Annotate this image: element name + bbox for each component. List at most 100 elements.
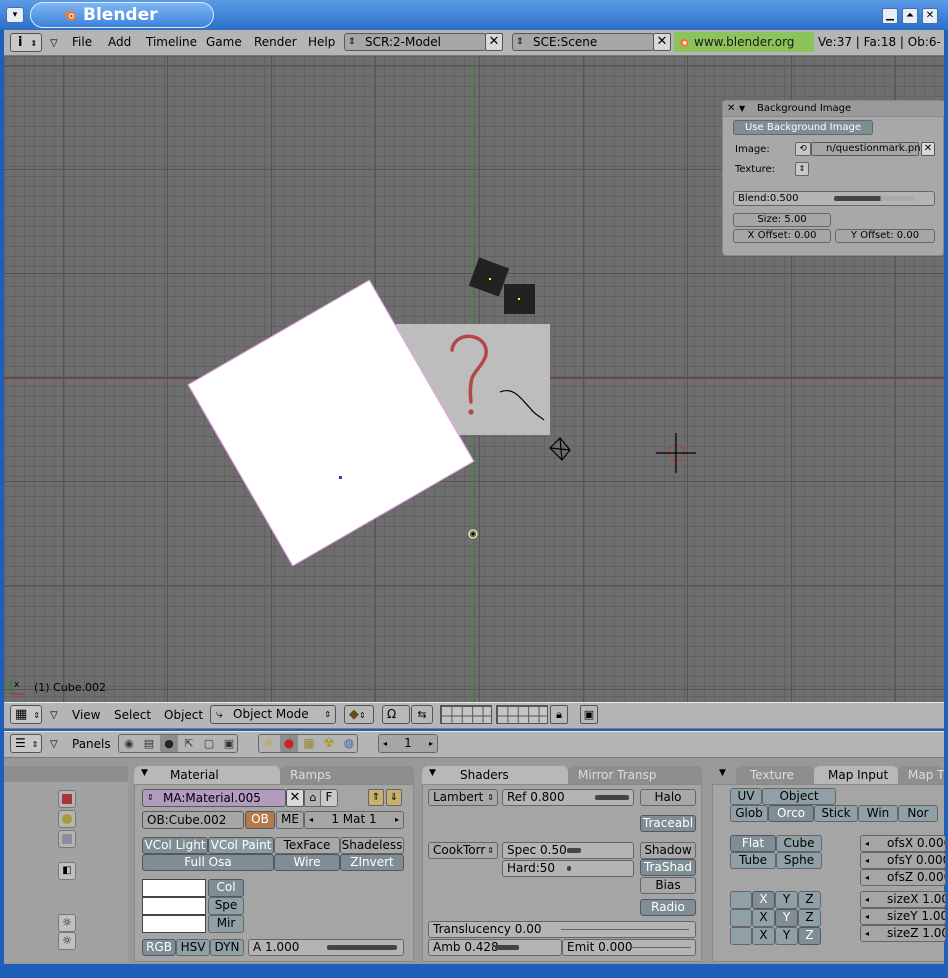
toggle-wire[interactable]: Wire (274, 854, 340, 871)
color-swatch-mir[interactable] (142, 915, 206, 933)
3d-viewport[interactable]: x (1) Cube.002 ✕ ▼ Background Image Use … (4, 56, 944, 702)
proj-tube-button[interactable]: Tube (730, 852, 776, 869)
screen-browse-icon[interactable]: ⇕ (348, 37, 356, 47)
axis-row-1-y-button[interactable]: Y (775, 891, 798, 909)
alpha-slider[interactable]: A 1.000 (248, 939, 404, 956)
maximize-button[interactable]: ⏶ (902, 8, 918, 24)
halo-button[interactable]: Halo (640, 789, 696, 806)
view-collapse-icon[interactable]: ▽ (50, 710, 58, 721)
screen-delete-button[interactable]: ✕ (485, 33, 503, 51)
render-preview-button[interactable]: ▣ (580, 705, 598, 724)
close-button[interactable]: ✕ (922, 8, 938, 24)
traceable-button[interactable]: Traceabl (640, 815, 696, 832)
hard-slider[interactable]: Hard:50 (502, 860, 634, 877)
image-browse-button[interactable]: ⟲ (795, 142, 811, 156)
diffuse-shader-dropdown[interactable]: Lambert ⇕ (428, 789, 498, 806)
radio-button[interactable]: Radio (640, 899, 696, 916)
blend-slider[interactable]: Blend:0.500 (733, 191, 935, 206)
axis-row-3-blank[interactable] (730, 927, 752, 945)
tab-shaders[interactable]: Shaders (422, 766, 568, 784)
bg-panel-close-icon[interactable]: ✕ (727, 101, 735, 117)
shading-context-icon[interactable]: ● (160, 735, 178, 752)
translucency-slider[interactable]: Translucency 0.00 (428, 921, 696, 938)
x-offset-field[interactable]: X Offset: 0.00 (733, 229, 831, 243)
world-buttons-icon[interactable]: ◍ (340, 735, 358, 752)
script-context-icon[interactable]: ▤ (140, 735, 158, 752)
map-nor-button[interactable]: Nor (898, 805, 938, 822)
bias-button[interactable]: Bias (640, 877, 696, 894)
map-win-button[interactable]: Win (858, 805, 898, 822)
color-model-dyn-button[interactable]: DYN (210, 939, 244, 956)
specular-shader-dropdown[interactable]: CookTorr ⇕ (428, 842, 498, 859)
axis-row-1-x-button[interactable]: X (752, 891, 775, 909)
axis-row-2-y-button[interactable]: Y (775, 909, 798, 927)
info-window-type-button[interactable]: i ⇕ (10, 33, 42, 52)
tab-material[interactable]: Material (134, 766, 280, 784)
window-menu-button[interactable]: ▾ (6, 7, 24, 23)
amb-slider[interactable]: Amb 0.428 (428, 939, 562, 956)
menu-timeline[interactable]: Timeline (146, 35, 197, 49)
menu-render[interactable]: Render (254, 35, 297, 49)
color-mode-col-button[interactable]: Col (208, 879, 244, 897)
bg-panel-collapse-icon[interactable]: ▼ (739, 101, 745, 117)
menu-add[interactable]: Add (108, 35, 131, 49)
paste-material-button[interactable]: ⇓ (386, 789, 402, 806)
texture-buttons-icon[interactable]: ▦ (300, 735, 318, 752)
lamp-icon[interactable] (467, 528, 479, 540)
texture-browse-button[interactable]: ⇕ (795, 162, 809, 176)
proj-flat-button[interactable]: Flat (730, 835, 776, 852)
size-y-field[interactable]: ◂ sizeY 1.00 (860, 908, 946, 925)
scene-delete-button[interactable]: ✕ (653, 33, 671, 51)
tab-mirror-transp[interactable]: Mirror Transp (568, 766, 702, 784)
view-menu-select[interactable]: Select (114, 708, 151, 722)
view-menu-object[interactable]: Object (164, 708, 203, 722)
axis-row-3-y-button[interactable]: Y (775, 927, 798, 945)
scene-field[interactable]: SCE:Scene (512, 33, 654, 51)
view-menu-view[interactable]: View (72, 708, 100, 722)
ref-slider[interactable]: Ref 0.800 (502, 789, 634, 806)
ob-link-button[interactable]: OB (245, 811, 275, 829)
color-swatch-spe[interactable] (142, 897, 206, 915)
scene-browse-icon[interactable]: ⇕ (516, 37, 524, 47)
pivot-button[interactable]: Ω (382, 705, 410, 724)
ofs-x-field[interactable]: ◂ ofsX 0.000 (860, 835, 946, 852)
texture-panel-collapse-icon[interactable]: ▼ (719, 768, 726, 778)
material-browse-icon[interactable]: ⇕ (147, 793, 154, 802)
y-offset-field[interactable]: Y Offset: 0.00 (835, 229, 935, 243)
shadow-button[interactable]: Shadow (640, 842, 696, 859)
menu-file[interactable]: File (72, 35, 92, 49)
buttons-window-type-button[interactable]: ☰ ⇕ (10, 734, 42, 753)
image-clear-button[interactable]: ✕ (921, 142, 935, 156)
material-buttons-icon[interactable]: ● (280, 735, 298, 752)
material-name-field[interactable]: MA:Material.005 (142, 789, 286, 807)
menu-help[interactable]: Help (308, 35, 335, 49)
map-uv-button[interactable]: UV (730, 788, 762, 805)
object-context-icon[interactable]: ⇱ (180, 735, 198, 752)
preview-background-icon[interactable]: ◧ (58, 862, 76, 880)
menu-game[interactable]: Game (206, 35, 242, 49)
editing-context-icon[interactable]: ▢ (200, 735, 218, 752)
toggle-texface[interactable]: TexFace (274, 837, 340, 854)
toggle-vcol-paint[interactable]: VCol Paint (208, 837, 274, 854)
fake-user-button[interactable]: F (320, 789, 338, 807)
scene-context-icon[interactable]: ▣ (220, 735, 238, 752)
color-model-rgb-button[interactable]: RGB (142, 939, 176, 956)
axis-row-2-z-button[interactable]: Z (798, 909, 821, 927)
tab-map-input[interactable]: Map Input (814, 766, 898, 784)
axis-row-3-x-button[interactable]: X (752, 927, 775, 945)
ofs-z-field[interactable]: ◂ ofsZ 0.000 (860, 869, 946, 886)
tab-ramps[interactable]: Ramps (280, 766, 414, 784)
preview-lamp-2-icon[interactable]: ☼ (58, 932, 76, 950)
toggle-shadeless[interactable]: Shadeless (340, 837, 404, 854)
camera-icon[interactable] (548, 436, 574, 462)
copy-material-button[interactable]: ⇑ (368, 789, 384, 806)
ofs-y-field[interactable]: ◂ ofsY 0.000 (860, 852, 946, 869)
minimize-button[interactable]: ▁ (882, 8, 898, 24)
map-glob-button[interactable]: Glob (730, 805, 768, 822)
material-panel-collapse-icon[interactable]: ▼ (141, 768, 148, 778)
draw-type-button[interactable]: ◆⇕ (344, 705, 374, 724)
axis-row-2-blank[interactable] (730, 909, 752, 927)
color-mode-spe-button[interactable]: Spe (208, 897, 244, 915)
preview-cube-icon[interactable] (58, 830, 76, 848)
size-field[interactable]: Size: 5.00 (733, 213, 831, 227)
